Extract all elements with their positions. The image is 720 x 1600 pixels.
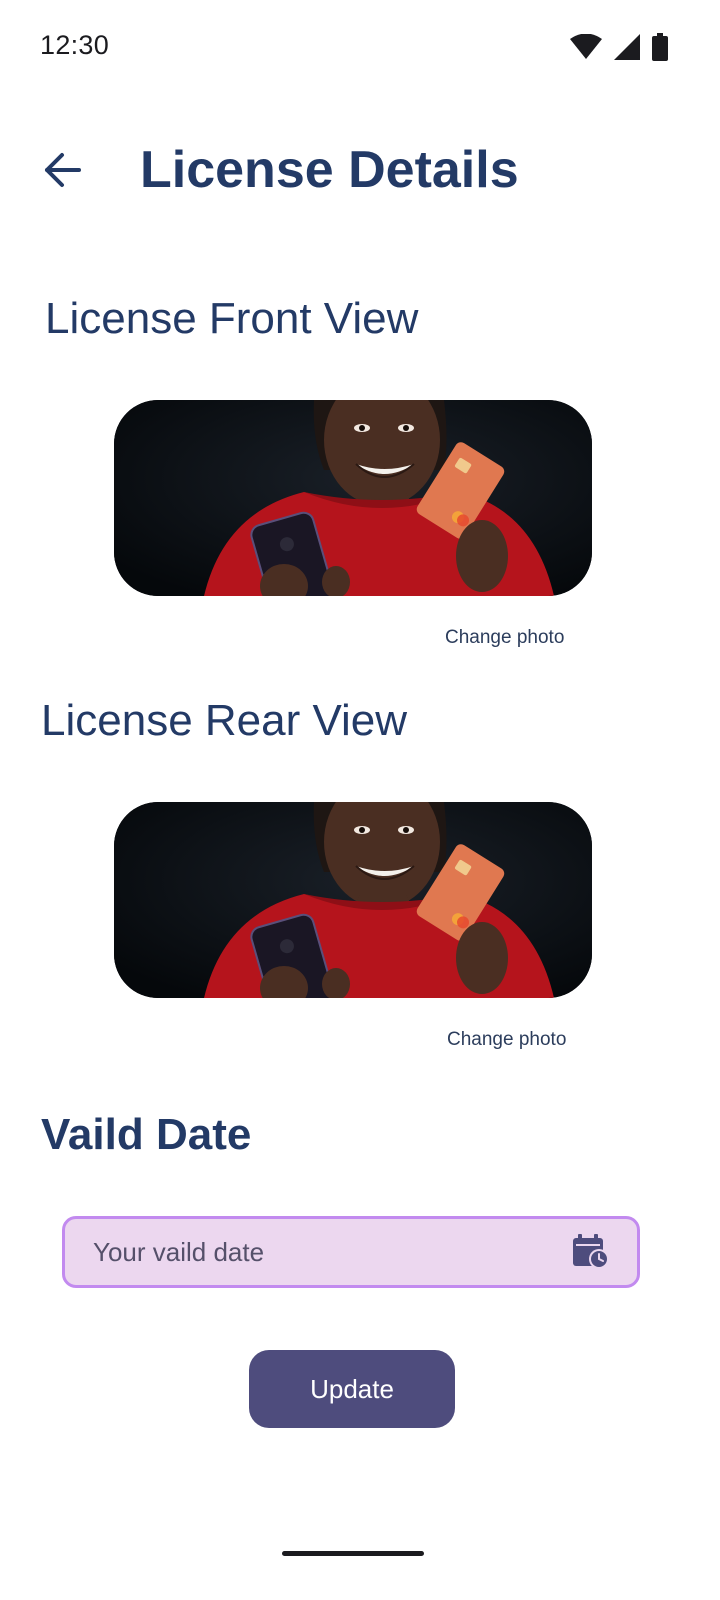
cellular-signal-icon [614, 34, 640, 60]
home-indicator[interactable] [282, 1551, 424, 1556]
top-app-bar: License Details [0, 126, 720, 216]
status-time: 12:30 [40, 30, 110, 60]
status-bar: 12:30 [0, 0, 720, 96]
wifi-icon [570, 34, 602, 60]
rear-change-photo-link[interactable]: Change photo [447, 1029, 566, 1051]
status-icons [570, 32, 668, 62]
back-button[interactable] [28, 144, 96, 200]
valid-date-field[interactable]: Your vaild date [62, 1216, 640, 1288]
rear-view-heading: License Rear View [41, 696, 408, 745]
calendar-clock-icon[interactable] [569, 1230, 613, 1274]
license-rear-photo [114, 802, 592, 998]
front-change-photo-link[interactable]: Change photo [445, 627, 564, 649]
valid-date-placeholder: Your vaild date [93, 1236, 265, 1267]
front-view-heading: License Front View [45, 294, 419, 343]
arrow-back-icon [42, 152, 82, 193]
update-button[interactable]: Update [249, 1350, 455, 1428]
license-front-photo [114, 400, 592, 596]
battery-icon [652, 33, 668, 61]
valid-date-heading: Vaild Date [41, 1110, 252, 1159]
page-title: License Details [140, 141, 519, 199]
